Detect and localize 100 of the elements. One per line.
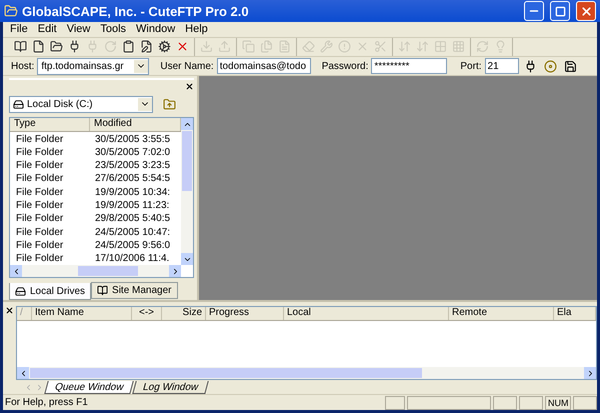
status-pane — [493, 396, 517, 410]
num-lock-indicator: NUM — [545, 396, 571, 410]
host-field[interactable]: ftp.todomainsas.gr — [37, 58, 150, 75]
table-cell-text: 24/5/2005 10:47: — [95, 226, 172, 238]
queue-tab[interactable]: Log Window — [132, 380, 210, 394]
folder-up-icon — [163, 98, 176, 111]
table-cell-text: File Folder — [15, 146, 64, 158]
upload-icon — [218, 40, 231, 54]
app-icon — [4, 4, 18, 18]
column-header[interactable]: Progress — [206, 307, 284, 320]
download-icon — [200, 40, 213, 54]
close-icon[interactable] — [5, 306, 14, 316]
table-cell-text: 27/6/2005 5:54:5 — [95, 173, 172, 184]
grid-icon — [452, 40, 465, 54]
menu-item[interactable]: File — [5, 23, 33, 36]
host-label: Host: — [11, 60, 34, 72]
menu-item[interactable]: View — [62, 23, 96, 36]
table-cell-text: File Folder — [15, 253, 64, 264]
scroll-left-button[interactable] — [17, 367, 29, 380]
table-cell-text: 30/5/2005 7:02:0 — [95, 146, 172, 158]
scissors-icon — [374, 40, 387, 54]
book-icon — [14, 40, 27, 54]
disc-icon — [544, 60, 557, 73]
column-header[interactable]: <-> — [132, 307, 162, 320]
scroll-thumb[interactable] — [182, 131, 192, 192]
save-icon — [564, 60, 577, 73]
table-cell-text: File Folder — [15, 134, 64, 144]
grid-icon — [434, 40, 447, 54]
status-pane — [573, 396, 597, 410]
clipboard-icon — [122, 40, 135, 54]
close-button[interactable] — [576, 1, 596, 21]
refresh-icon — [104, 40, 117, 54]
table-cell-text: File Folder — [15, 240, 64, 251]
bulb-icon — [494, 40, 507, 54]
maximize-button[interactable] — [550, 1, 570, 21]
table-cell-text: 29/8/2005 5:40:5 — [95, 213, 172, 224]
sort-icon — [398, 40, 411, 54]
table-cell-text: 19/9/2005 10:34: — [95, 186, 172, 198]
edit-icon — [140, 40, 153, 54]
copy-icon — [242, 40, 255, 54]
table-cell-text: File Folder — [15, 173, 64, 184]
menu-item[interactable]: Tools — [95, 23, 132, 36]
eraser-icon — [302, 40, 315, 54]
plug-icon — [524, 60, 537, 73]
user-name-field[interactable]: todomainsas@todo — [216, 58, 311, 74]
close-icon — [580, 4, 592, 18]
page-icon — [32, 40, 45, 54]
folder-icon — [50, 40, 63, 54]
table-cell-text: File Folder — [15, 226, 64, 238]
panel-tab[interactable]: Site Manager — [91, 282, 178, 300]
table-cell-text: File Folder — [15, 213, 64, 224]
status-pane — [385, 396, 405, 410]
table-cell-text: 30/5/2005 3:55:5 — [95, 134, 172, 144]
plug-icon — [68, 40, 81, 54]
delete-icon — [356, 40, 369, 54]
user-name-label: User Name: — [160, 60, 214, 72]
files-icon — [260, 40, 273, 54]
menu-item[interactable]: Window — [131, 23, 180, 36]
column-header[interactable]: Type — [10, 118, 90, 132]
column-header[interactable]: Item Name — [32, 307, 132, 320]
scroll-down-button[interactable] — [181, 253, 193, 266]
password-field[interactable]: ********* — [371, 58, 448, 74]
exclamation-icon — [338, 40, 351, 54]
sync-icon — [476, 40, 489, 54]
column-header[interactable]: Ela — [554, 307, 596, 320]
scroll-up-button[interactable] — [181, 118, 193, 130]
table-cell-text: 24/5/2005 9:56:0 — [95, 240, 172, 251]
table-cell-text: 19/9/2005 11:23: — [95, 200, 170, 211]
drive-dropdown[interactable]: Local Disk (C:) — [9, 96, 153, 113]
book-icon — [97, 285, 108, 296]
port-label: Port: — [460, 60, 482, 72]
table-cell-text: 23/5/2005 3:23:5 — [95, 160, 172, 172]
gear-icon — [158, 40, 171, 54]
scroll-thumb[interactable] — [78, 266, 138, 276]
document-icon — [278, 40, 291, 54]
column-header[interactable]: Remote — [449, 307, 554, 320]
status-text: For Help, press F1 — [5, 397, 89, 408]
maximize-icon — [554, 6, 566, 16]
scroll-thumb[interactable] — [30, 368, 422, 378]
queue-tab[interactable]: Queue Window — [44, 380, 134, 394]
window-title: GlobalSCAPE, Inc. - CuteFTP Pro 2.0 — [22, 4, 250, 18]
password-label: Password: — [322, 60, 368, 72]
menu-item[interactable]: Help — [180, 23, 213, 36]
drive-icon — [13, 98, 24, 110]
close-icon[interactable] — [185, 82, 194, 91]
table-cell-text: File Folder — [15, 186, 64, 198]
table-cell-text: File Folder — [15, 200, 64, 211]
column-header[interactable]: Local — [284, 307, 449, 320]
drive-icon — [15, 286, 26, 297]
scroll-right-button[interactable] — [584, 367, 596, 380]
scroll-right-button[interactable] — [169, 265, 181, 278]
port-field[interactable]: 21 — [484, 58, 519, 74]
panel-tab[interactable]: Local Drives — [9, 283, 92, 300]
status-pane — [519, 396, 543, 410]
column-header[interactable]: Size — [162, 307, 206, 320]
scroll-left-button[interactable] — [10, 265, 22, 278]
plug-icon — [86, 40, 99, 54]
menu-item[interactable]: Edit — [32, 23, 62, 36]
minimize-button[interactable] — [524, 1, 544, 21]
table-cell-text: 17/10/2006 11:4. — [95, 253, 170, 264]
